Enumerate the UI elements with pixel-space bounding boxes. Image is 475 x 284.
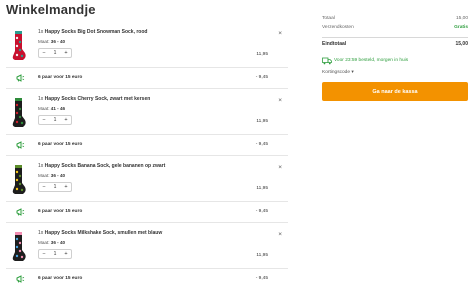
promo-discount: - 9,45 (255, 142, 268, 147)
quantity-stepper: − 1 + (38, 48, 72, 58)
summary-divider (322, 37, 468, 38)
chevron-down-icon: ▾ (351, 70, 354, 75)
subtotal-row: Totaal 15,00 (322, 16, 468, 25)
item-size: Maat: 41 - 46 (38, 106, 66, 111)
coupon-label: Kortingscode (322, 70, 350, 75)
item-size: Maat: 36 - 40 (38, 173, 66, 178)
cart-item: 1x Happy Socks Milkshake Sock, smullen m… (6, 225, 288, 269)
promo-text: 6 paar voor 15 euro (38, 142, 83, 147)
cart-item: 1x Happy Socks Big Dot Snowman Sock, roo… (6, 24, 288, 68)
checkout-button[interactable]: Ga naar de kassa (322, 82, 468, 101)
promo-discount: - 9,45 (255, 75, 268, 80)
megaphone-icon (16, 74, 25, 82)
promo-row: 6 paar voor 15 euro - 9,45 (6, 202, 288, 223)
decrease-button[interactable]: − (39, 183, 49, 191)
quantity-input[interactable]: 1 (49, 250, 61, 258)
delivery-text: Voor 23:59 besteld, morgen in huis (334, 58, 409, 63)
total-row: Eindtotaal 15,00 (322, 41, 468, 55)
increase-button[interactable]: + (61, 250, 71, 258)
shipping-label: Verzendkosten (322, 25, 354, 30)
item-price: 11,95 (256, 119, 268, 124)
shipping-row: Verzendkosten Gratis (322, 25, 468, 34)
quantity-input[interactable]: 1 (49, 49, 61, 57)
promo-row: 6 paar voor 15 euro - 9,45 (6, 135, 288, 156)
item-title[interactable]: 1x Happy Socks Big Dot Snowman Sock, roo… (38, 29, 147, 35)
increase-button[interactable]: + (61, 49, 71, 57)
item-size: Maat: 36 - 40 (38, 240, 66, 245)
promo-row: 6 paar voor 15 euro - 9,45 (6, 269, 288, 284)
remove-item-icon[interactable]: × (278, 231, 282, 238)
promo-discount: - 9,45 (255, 209, 268, 214)
total-value: 15,00 (455, 41, 468, 47)
subtotal-label: Totaal (322, 16, 335, 21)
megaphone-icon (16, 141, 25, 149)
sock-thumbnail (12, 232, 26, 261)
megaphone-icon (16, 208, 25, 216)
item-title[interactable]: 1x Happy Socks Milkshake Sock, smullen m… (38, 230, 162, 236)
megaphone-icon (16, 275, 25, 283)
delivery-notice: Voor 23:59 besteld, morgen in huis (322, 57, 468, 67)
sock-thumbnail (12, 31, 26, 60)
truck-icon (322, 57, 332, 65)
quantity-input[interactable]: 1 (49, 183, 61, 191)
promo-text: 6 paar voor 15 euro (38, 75, 83, 80)
cart-item: 1x Happy Socks Cherry Sock, zwart met ke… (6, 91, 288, 135)
coupon-toggle[interactable]: Kortingscode ▾ (322, 70, 468, 80)
item-size: Maat: 36 - 40 (38, 39, 66, 44)
remove-item-icon[interactable]: × (278, 30, 282, 37)
promo-discount: - 9,45 (255, 276, 268, 281)
promo-row: 6 paar voor 15 euro - 9,45 (6, 68, 288, 89)
sock-thumbnail (12, 98, 26, 127)
decrease-button[interactable]: − (39, 49, 49, 57)
decrease-button[interactable]: − (39, 116, 49, 124)
total-label: Eindtotaal (322, 41, 347, 47)
remove-item-icon[interactable]: × (278, 97, 282, 104)
promo-text: 6 paar voor 15 euro (38, 276, 83, 281)
quantity-input[interactable]: 1 (49, 116, 61, 124)
quantity-stepper: − 1 + (38, 115, 72, 125)
item-price: 11,95 (256, 52, 268, 57)
quantity-stepper: − 1 + (38, 249, 72, 259)
subtotal-value: 15,00 (455, 16, 468, 21)
decrease-button[interactable]: − (39, 250, 49, 258)
item-title[interactable]: 1x Happy Socks Banana Sock, gele bananen… (38, 163, 165, 169)
remove-item-icon[interactable]: × (278, 164, 282, 171)
quantity-stepper: − 1 + (38, 182, 72, 192)
cart-item: 1x Happy Socks Banana Sock, gele bananen… (6, 158, 288, 202)
item-title[interactable]: 1x Happy Socks Cherry Sock, zwart met ke… (38, 96, 150, 102)
page-title: Winkelmandje (6, 2, 96, 17)
increase-button[interactable]: + (61, 116, 71, 124)
order-summary: Totaal 15,00 Verzendkosten Gratis Eindto… (322, 16, 468, 101)
increase-button[interactable]: + (61, 183, 71, 191)
shipping-value: Gratis (454, 25, 468, 30)
cart-list: 1x Happy Socks Big Dot Snowman Sock, roo… (6, 24, 288, 284)
item-price: 11,95 (256, 253, 268, 258)
item-price: 11,95 (256, 186, 268, 191)
promo-text: 6 paar voor 15 euro (38, 209, 83, 214)
sock-thumbnail (12, 165, 26, 194)
